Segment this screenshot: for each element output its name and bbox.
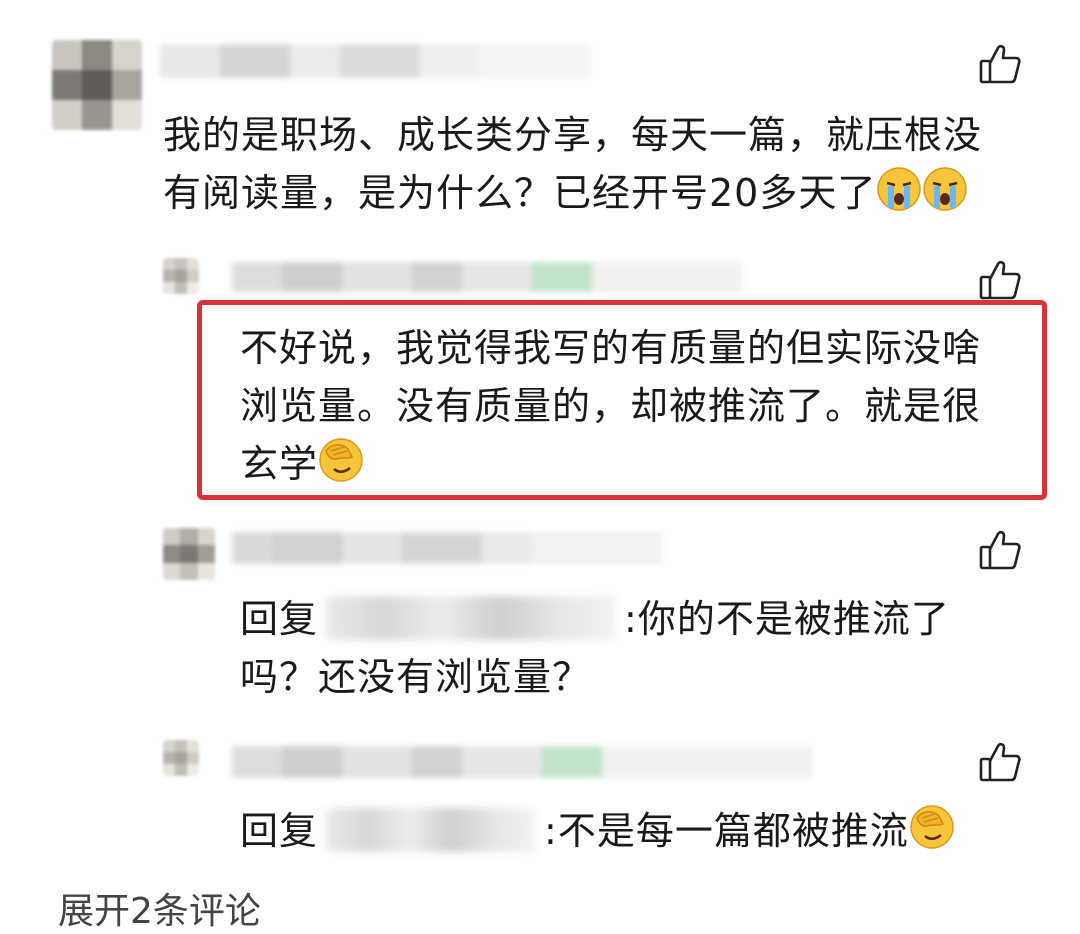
reply-text-line: 回复:你的不是被推流了 <box>240 590 950 648</box>
expand-replies-link[interactable]: 展开2条评论 <box>58 882 261 934</box>
thumbs-up-icon[interactable] <box>978 42 1022 86</box>
comment-text-line: 有阅读量，是为什么？已经开号20多天了 <box>163 164 982 228</box>
reply-text-line: 不好说，我觉得我写的有质量的但实际没啥 <box>240 326 982 370</box>
reply-text: 回复:不是每一篇都被推流 <box>240 802 955 866</box>
avatar[interactable] <box>163 740 199 776</box>
reply-separator: : <box>544 809 558 853</box>
comment-text-fragment: 有阅读量，是为什么？已经开号20多天了 <box>163 171 877 215</box>
mentioned-username-blurred[interactable] <box>326 808 537 852</box>
thumbs-up-icon[interactable] <box>978 258 1022 302</box>
username-blurred[interactable] <box>232 262 742 292</box>
username-blurred[interactable] <box>232 532 662 564</box>
reply-text-fragment: 玄学 <box>240 442 319 486</box>
mentioned-username-blurred[interactable] <box>326 596 617 640</box>
reply-prefix: 回复 <box>240 809 319 853</box>
reply-text-line: 吗？还没有浏览量？ <box>240 655 592 699</box>
avatar[interactable] <box>52 40 142 130</box>
crying-face-emoji <box>922 166 968 228</box>
reply-text-line: 玄学 <box>240 435 981 499</box>
reply-text-fragment: 不是每一篇都被推流 <box>557 809 909 853</box>
comment-text: 我的是职场、成长类分享，每天一篇，就压根没 有阅读量，是为什么？已经开号20多天… <box>163 106 982 228</box>
reply-text-line: 回复:不是每一篇都被推流 <box>240 802 955 866</box>
reply-prefix: 回复 <box>240 597 319 641</box>
username-blurred[interactable] <box>232 746 812 778</box>
facepalm-emoji <box>909 804 955 866</box>
facepalm-emoji <box>318 437 364 499</box>
avatar[interactable] <box>163 528 215 580</box>
reply-text: 不好说，我觉得我写的有质量的但实际没啥 浏览量。没有质量的，却被推流了。就是很 … <box>240 319 981 499</box>
username-blurred[interactable] <box>160 44 590 78</box>
reply-separator: : <box>624 597 638 641</box>
avatar[interactable] <box>163 258 199 294</box>
comment-text-line: 我的是职场、成长类分享，每天一篇，就压根没 <box>163 113 983 157</box>
thumbs-up-icon[interactable] <box>978 528 1022 572</box>
reply-text-line: 浏览量。没有质量的，却被推流了。就是很 <box>240 384 982 428</box>
thumbs-up-icon[interactable] <box>978 740 1022 784</box>
reply-text-fragment: 你的不是被推流了 <box>637 597 950 641</box>
crying-face-emoji <box>876 166 922 228</box>
reply-text: 回复:你的不是被推流了 吗？还没有浏览量？ <box>240 590 950 706</box>
